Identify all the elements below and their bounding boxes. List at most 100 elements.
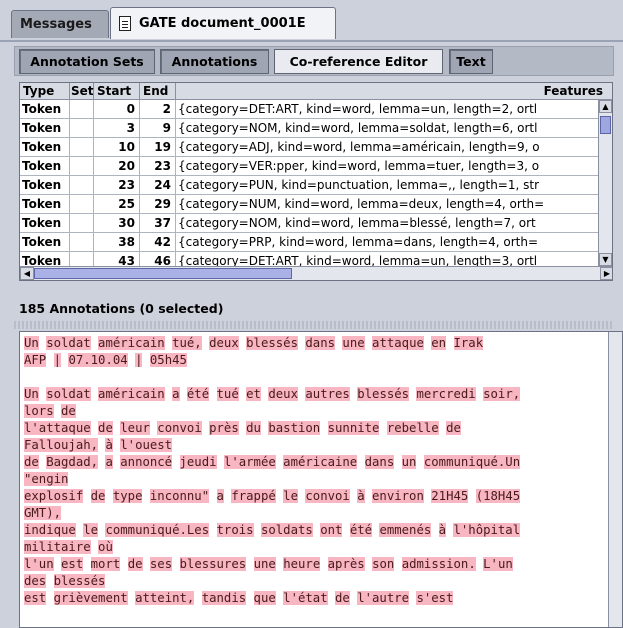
- token-highlight[interactable]: est: [24, 591, 47, 605]
- token-highlight[interactable]: soldats: [260, 523, 313, 537]
- token-highlight[interactable]: son: [372, 557, 395, 571]
- token-highlight[interactable]: convoi: [305, 489, 350, 503]
- token-highlight[interactable]: frappé: [231, 489, 276, 503]
- token-highlight[interactable]: trois: [216, 523, 254, 537]
- token-highlight[interactable]: du: [246, 421, 261, 435]
- token-highlight[interactable]: un: [401, 455, 417, 469]
- token-highlight[interactable]: grièvement: [53, 591, 128, 605]
- token-highlight[interactable]: dans: [364, 455, 395, 469]
- annotations-button[interactable]: Annotations: [160, 49, 269, 74]
- table-row[interactable]: Token 3 9 {category=NOM, kind=word, lemma=s…: [20, 119, 599, 138]
- token-highlight[interactable]: type: [112, 489, 143, 503]
- annotation-sets-button[interactable]: Annotation Sets: [19, 49, 155, 74]
- table-row[interactable]: Token 0 2 {category=DET:ART, kind=word, lem…: [20, 100, 599, 119]
- token-highlight[interactable]: blessés: [246, 336, 298, 350]
- token-highlight[interactable]: où: [98, 540, 113, 554]
- scroll-up-arrow-icon[interactable]: ▲: [599, 100, 612, 113]
- token-highlight[interactable]: l'attaque: [24, 421, 91, 435]
- col-header-end[interactable]: End: [140, 83, 176, 99]
- token-highlight[interactable]: rebelle: [386, 421, 439, 435]
- token-highlight[interactable]: ses: [149, 557, 173, 571]
- token-highlight[interactable]: 07.10.04: [68, 353, 128, 367]
- scroll-down-arrow-icon[interactable]: ▼: [599, 253, 612, 266]
- token-highlight[interactable]: américain: [98, 336, 165, 350]
- token-highlight[interactable]: a: [172, 387, 180, 401]
- token-highlight[interactable]: soldat: [46, 336, 91, 350]
- token-highlight[interactable]: une: [253, 557, 276, 571]
- token-highlight[interactable]: blessés: [53, 574, 106, 588]
- token-highlight[interactable]: l'armée: [223, 455, 276, 469]
- token-highlight[interactable]: deux: [268, 387, 298, 401]
- token-highlight[interactable]: a: [216, 489, 224, 503]
- token-highlight[interactable]: inconnu": [149, 489, 210, 503]
- token-highlight[interactable]: autres: [305, 387, 350, 401]
- token-highlight[interactable]: l'ouest: [120, 438, 173, 452]
- table-row[interactable]: Token 10 19 {category=ADJ, kind=word, lemma…: [20, 138, 599, 157]
- token-highlight[interactable]: l'état: [283, 591, 328, 605]
- token-highlight[interactable]: emmenés: [379, 523, 432, 537]
- tab-document[interactable]: GATE document_0001E: [110, 7, 336, 39]
- token-highlight[interactable]: mort: [90, 557, 121, 571]
- token-highlight[interactable]: tandis: [201, 591, 247, 605]
- token-highlight[interactable]: convoi: [157, 421, 202, 435]
- token-highlight[interactable]: de: [24, 455, 39, 469]
- token-highlight[interactable]: une: [342, 336, 365, 350]
- text-vertical-scrollbar[interactable]: [608, 332, 622, 627]
- table-vertical-scrollbar[interactable]: ▲ ▼: [598, 100, 612, 266]
- token-highlight[interactable]: |: [53, 353, 62, 367]
- token-highlight[interactable]: à: [357, 489, 365, 503]
- token-highlight[interactable]: en: [431, 336, 447, 350]
- token-highlight[interactable]: heure: [283, 557, 321, 571]
- token-highlight[interactable]: |: [135, 353, 143, 367]
- scroll-left-arrow-icon[interactable]: ◀: [20, 267, 34, 280]
- token-highlight[interactable]: atteint,: [135, 591, 195, 605]
- token-highlight[interactable]: américaine: [283, 455, 358, 469]
- table-horizontal-scrollbar[interactable]: ◀ ▶: [20, 266, 612, 280]
- token-highlight[interactable]: été: [349, 523, 373, 537]
- col-header-start[interactable]: Start: [94, 83, 140, 99]
- document-text[interactable]: Un soldat américain tué, deux blessés da…: [24, 335, 597, 607]
- token-highlight[interactable]: l'un: [24, 557, 54, 571]
- token-highlight[interactable]: de: [61, 404, 76, 418]
- token-highlight[interactable]: que: [253, 591, 276, 605]
- table-hscroll-thumb[interactable]: [34, 268, 292, 279]
- token-highlight[interactable]: et: [246, 387, 261, 401]
- token-highlight[interactable]: l'hôpital: [453, 523, 521, 537]
- token-highlight[interactable]: ont: [320, 523, 343, 537]
- token-highlight[interactable]: blessures: [179, 557, 247, 571]
- token-highlight[interactable]: bastion: [268, 421, 321, 435]
- token-highlight[interactable]: Un: [24, 387, 39, 401]
- table-row[interactable]: Token 20 23 {category=VER:pper, kind=word, …: [20, 157, 599, 176]
- token-highlight[interactable]: leur: [120, 421, 150, 435]
- token-highlight[interactable]: blessés: [357, 387, 410, 401]
- table-vscroll-thumb[interactable]: [600, 116, 611, 134]
- token-highlight[interactable]: tué: [216, 387, 239, 401]
- table-row[interactable]: Token 38 42 {category=PRP, kind=word, lemma…: [20, 233, 599, 252]
- token-highlight[interactable]: deux: [209, 336, 239, 350]
- token-highlight[interactable]: soir,: [483, 387, 521, 401]
- token-highlight[interactable]: des: [24, 574, 47, 588]
- token-highlight[interactable]: L'un: [483, 557, 513, 571]
- token-highlight[interactable]: attaque: [372, 336, 424, 350]
- token-highlight[interactable]: Un: [24, 336, 39, 350]
- token-highlight[interactable]: mercredi: [416, 387, 476, 401]
- token-highlight[interactable]: annoncé: [120, 455, 173, 469]
- token-highlight[interactable]: à: [105, 438, 113, 452]
- token-highlight[interactable]: 21H45: [431, 489, 469, 503]
- token-highlight[interactable]: le: [83, 523, 99, 537]
- tab-messages[interactable]: Messages: [11, 10, 109, 38]
- token-highlight[interactable]: AFP: [24, 353, 47, 367]
- token-highlight[interactable]: à: [438, 523, 447, 537]
- token-highlight[interactable]: le: [283, 489, 298, 503]
- document-text-area[interactable]: Un soldat américain tué, deux blessés da…: [19, 331, 623, 628]
- token-highlight[interactable]: sunnite: [327, 421, 380, 435]
- token-highlight[interactable]: militaire: [24, 540, 91, 554]
- table-row[interactable]: Token 23 24 {category=PUN, kind=punctuation…: [20, 176, 599, 195]
- token-highlight[interactable]: de: [446, 421, 461, 435]
- token-highlight[interactable]: Irak: [453, 336, 484, 350]
- text-button[interactable]: Text: [449, 49, 493, 74]
- token-highlight[interactable]: a: [105, 455, 113, 469]
- scroll-right-arrow-icon[interactable]: ▶: [600, 267, 612, 280]
- token-highlight[interactable]: environ: [372, 489, 424, 503]
- table-row[interactable]: Token 30 37 {category=NOM, kind=word, lemma…: [20, 214, 599, 233]
